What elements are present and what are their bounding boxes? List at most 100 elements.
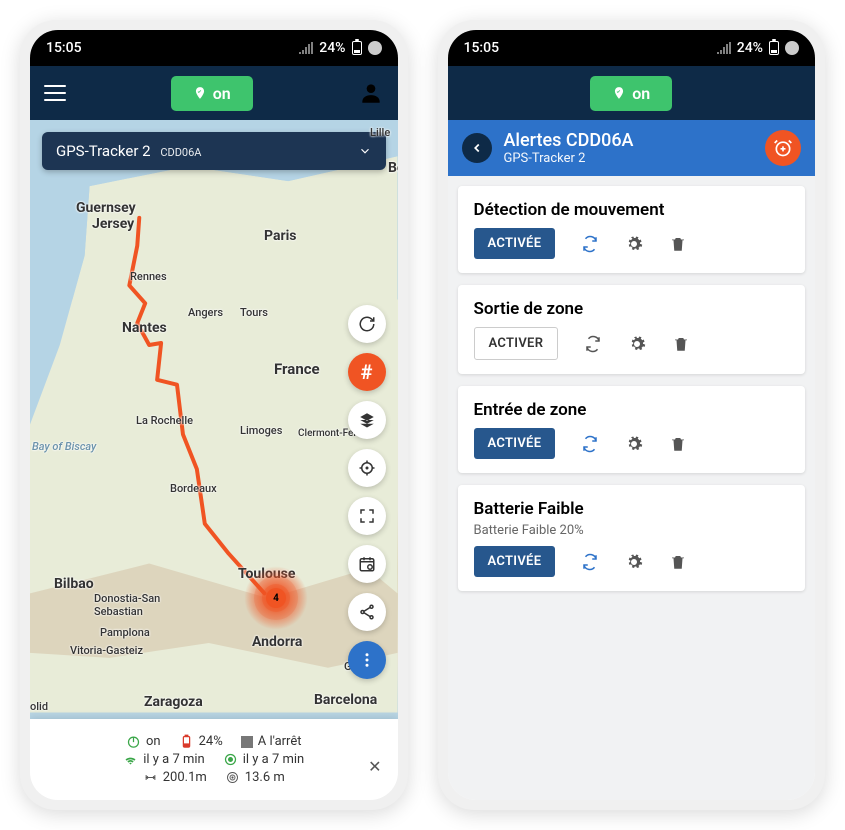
- profile-button[interactable]: [358, 80, 384, 106]
- card-title: Entrée de zone: [474, 400, 790, 420]
- map-label: Jersey: [92, 216, 134, 232]
- add-alarm-button[interactable]: [765, 130, 801, 166]
- map-controls: #: [348, 305, 386, 679]
- sync-button[interactable]: [581, 553, 599, 571]
- calendar-button[interactable]: [348, 545, 386, 583]
- alert-card-movement: Détection de mouvement ACTIVÉE: [458, 186, 806, 273]
- map-label: Pamplona: [100, 626, 150, 639]
- status-time: 15:05: [464, 40, 500, 56]
- map-label: Toulouse: [238, 566, 295, 582]
- map-label: olid: [30, 700, 48, 713]
- distance-label: 200.1m: [163, 770, 207, 785]
- alerts-list[interactable]: Détection de mouvement ACTIVÉE Sortie de…: [448, 176, 816, 800]
- map-label: Bay of Biscay: [32, 440, 96, 453]
- phone-right: 15:05 24% on Alertes CDD06A GPS-Tracker: [438, 20, 826, 810]
- tracker-name: GPS-Tracker 2 CDD06A: [56, 142, 201, 160]
- alarm-plus-icon: [773, 138, 793, 158]
- map-label: Guernsey: [76, 200, 136, 216]
- map-label: La Rochelle: [136, 414, 193, 427]
- signal-icon: [299, 42, 313, 54]
- map-label: France: [274, 360, 320, 378]
- gps-target-icon: [223, 752, 238, 767]
- map-label: Nantes: [122, 320, 167, 336]
- layers-button[interactable]: [348, 401, 386, 439]
- map-label: Lille: [370, 126, 390, 139]
- delete-button[interactable]: [672, 335, 690, 353]
- topnav: on: [30, 66, 398, 120]
- status-label: A l'arrêt: [258, 734, 302, 749]
- activate-button[interactable]: ACTIVER: [474, 327, 559, 360]
- status-battery: 24%: [319, 40, 345, 56]
- screen-left: 15:05 24% on: [30, 30, 398, 800]
- status-battery: 24%: [737, 40, 763, 56]
- chevron-down-icon: [358, 144, 372, 158]
- map-label: Paris: [264, 228, 296, 244]
- camera-dot-icon: [785, 41, 799, 55]
- gps-time-label: il y a 7 min: [243, 752, 305, 767]
- map-label: Zaragoza: [144, 694, 203, 710]
- alert-card-zone-enter: Entrée de zone ACTIVÉE: [458, 386, 806, 473]
- share-button[interactable]: [348, 593, 386, 631]
- screen-right: 15:05 24% on Alertes CDD06A GPS-Tracker: [448, 30, 816, 800]
- sync-button[interactable]: [584, 335, 602, 353]
- on-toggle-button[interactable]: on: [590, 76, 672, 111]
- distance-icon: [143, 770, 158, 785]
- map-area[interactable]: GPS-Tracker 2 CDD06A Guernsey Jersey Par…: [30, 120, 398, 719]
- card-title: Sortie de zone: [474, 299, 790, 319]
- map-label: Rennes: [130, 270, 167, 283]
- card-subtitle: Batterie Faible 20%: [474, 523, 790, 538]
- card-title: Batterie Faible: [474, 499, 790, 519]
- alerts-header-text: Alertes CDD06A GPS-Tracker 2: [504, 130, 634, 166]
- tracker-id: CDD06A: [160, 146, 201, 159]
- map-label: Angers: [188, 306, 223, 319]
- settings-button[interactable]: [625, 435, 643, 453]
- activate-button[interactable]: ACTIVÉE: [474, 428, 556, 459]
- close-button[interactable]: ✕: [368, 757, 381, 776]
- status-right: 24%: [717, 40, 799, 56]
- bottom-info-card: on 24% A l'arrêt il y a 7 min il y a 7 m…: [30, 719, 398, 800]
- map-label: Andorra: [252, 634, 302, 650]
- activate-button[interactable]: ACTIVÉE: [474, 228, 556, 259]
- map-label: Limoges: [240, 424, 282, 437]
- battery-label: 24%: [199, 734, 223, 749]
- hash-button[interactable]: #: [348, 353, 386, 391]
- on-label: on: [213, 84, 231, 103]
- map-label: Tours: [240, 306, 268, 319]
- battery-icon: [352, 41, 362, 55]
- fullscreen-button[interactable]: [348, 497, 386, 535]
- wifi-time-label: il y a 7 min: [143, 752, 205, 767]
- settings-button[interactable]: [628, 335, 646, 353]
- refresh-button[interactable]: [348, 305, 386, 343]
- battery-icon: [769, 41, 779, 55]
- menu-button[interactable]: [44, 85, 66, 101]
- sync-button[interactable]: [581, 235, 599, 253]
- more-button[interactable]: [348, 641, 386, 679]
- stop-icon: [241, 736, 253, 748]
- activate-button[interactable]: ACTIVÉE: [474, 546, 556, 577]
- battery-low-icon: [179, 734, 194, 749]
- location-marker[interactable]: 4: [266, 588, 286, 608]
- on-toggle-button[interactable]: on: [171, 76, 253, 111]
- on-label: on: [632, 84, 650, 103]
- settings-button[interactable]: [625, 235, 643, 253]
- tracker-dropdown[interactable]: GPS-Tracker 2 CDD06A: [42, 132, 386, 170]
- camera-dot-icon: [368, 41, 382, 55]
- power-label: on: [146, 734, 161, 749]
- locate-button[interactable]: [348, 449, 386, 487]
- map-label: Bilbao: [54, 576, 94, 592]
- statusbar: 15:05 24%: [30, 30, 398, 66]
- delete-button[interactable]: [669, 235, 687, 253]
- delete-button[interactable]: [669, 435, 687, 453]
- pin-check-icon: [193, 86, 207, 100]
- sync-button[interactable]: [581, 435, 599, 453]
- map-label: Bordeaux: [170, 482, 217, 495]
- delete-button[interactable]: [669, 553, 687, 571]
- power-icon: [126, 734, 141, 749]
- map-label: Donostia-San Sebastian: [94, 592, 160, 618]
- alert-card-low-battery: Batterie Faible Batterie Faible 20% ACTI…: [458, 485, 806, 591]
- map-label: Vitoria-Gasteiz: [70, 644, 143, 657]
- accuracy-icon: [225, 770, 240, 785]
- settings-button[interactable]: [625, 553, 643, 571]
- alert-card-zone-exit: Sortie de zone ACTIVER: [458, 285, 806, 374]
- back-button[interactable]: [462, 133, 492, 163]
